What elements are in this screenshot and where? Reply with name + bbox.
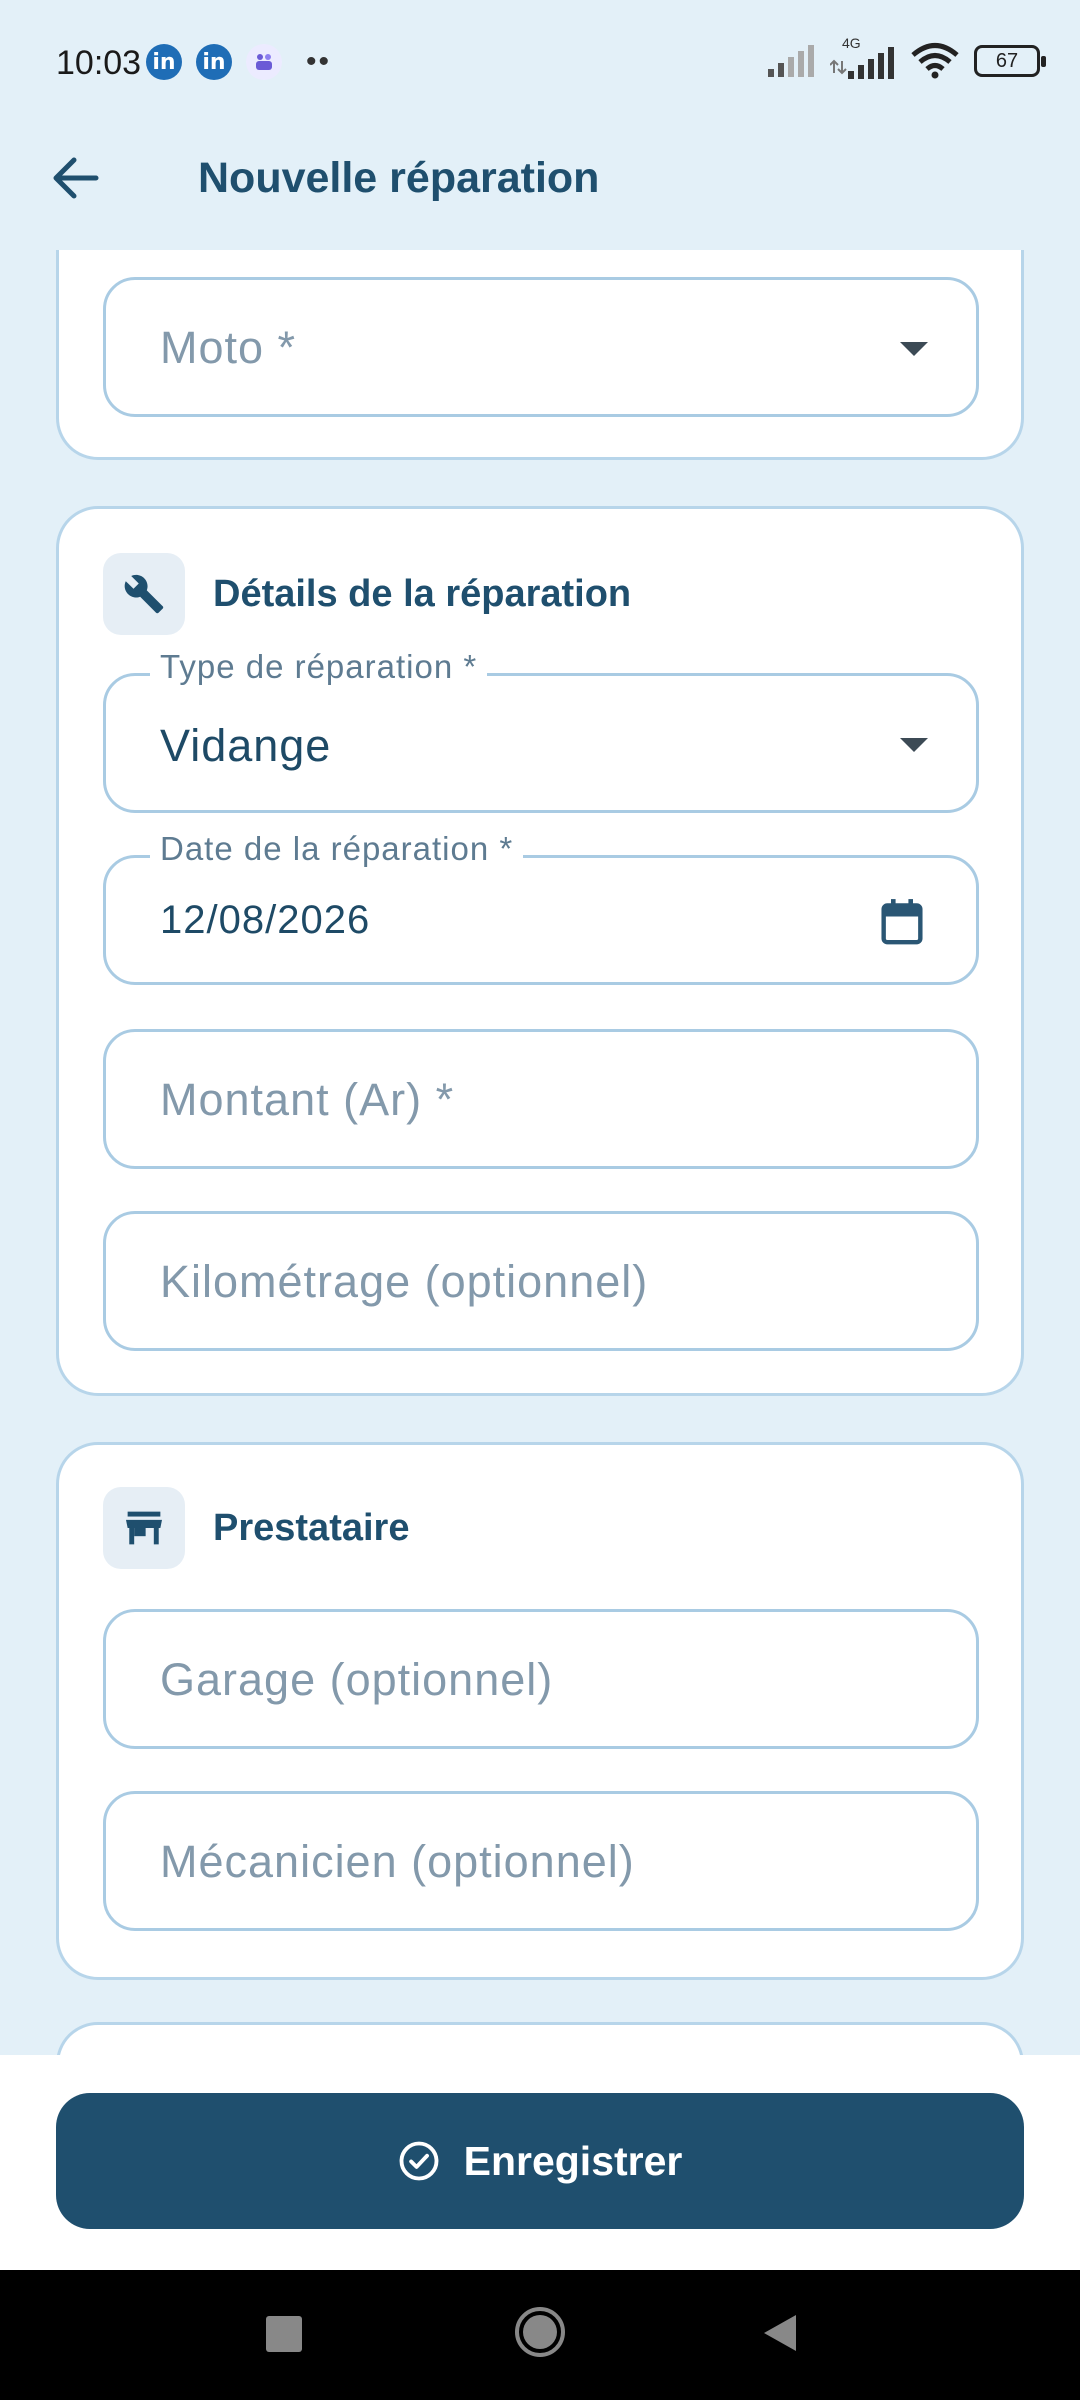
status-time: 10:03	[56, 44, 142, 82]
details-section-title: Détails de la réparation	[213, 572, 632, 615]
status-bar: 10:03 in in •• 4G 67	[0, 0, 1080, 126]
form-scroll-area[interactable]: Moto * Détails de la réparation Type de …	[0, 250, 1080, 2055]
triangle-icon	[764, 2315, 796, 2351]
system-navigation-bar	[0, 2270, 1080, 2400]
check-circle-icon	[399, 2141, 439, 2181]
page-title: Nouvelle réparation	[198, 154, 600, 202]
provider-section-header: Prestataire	[103, 1487, 409, 1569]
signal-icon	[768, 45, 814, 77]
dropdown-arrow-icon	[900, 342, 928, 356]
battery-icon: 67	[974, 45, 1046, 77]
provider-card: Prestataire Garage (optionnel) Mécanicie…	[56, 1442, 1024, 1980]
dropdown-arrow-icon	[900, 738, 928, 752]
app-bar: Nouvelle réparation	[0, 126, 1080, 250]
repair-type-value: Vidange	[160, 720, 332, 771]
system-icons: 4G 67	[766, 35, 1046, 80]
home-button[interactable]	[512, 2304, 568, 2365]
mechanic-placeholder: Mécanicien (optionnel)	[160, 1836, 635, 1887]
next-card	[56, 2022, 1024, 2055]
moto-placeholder: Moto *	[160, 322, 297, 373]
garage-placeholder: Garage (optionnel)	[160, 1654, 554, 1705]
linkedin-icon: in	[196, 44, 232, 80]
circle-icon	[515, 2307, 565, 2357]
mechanic-input[interactable]: Mécanicien (optionnel)	[103, 1791, 979, 1931]
recents-button[interactable]	[262, 2312, 308, 2363]
repair-date-field[interactable]: Date de la réparation * 12/08/2026	[103, 830, 979, 985]
notification-icons: in in ••	[146, 44, 331, 80]
moto-select[interactable]: Moto *	[103, 277, 979, 417]
save-button-label: Enregistrer	[463, 2137, 683, 2184]
repair-date-value: 12/08/2026	[160, 898, 371, 942]
linkedin-icon: in	[146, 44, 182, 80]
calendar-icon[interactable]	[880, 898, 924, 946]
mileage-placeholder: Kilométrage (optionnel)	[160, 1256, 649, 1307]
wrench-icon-container	[103, 553, 185, 635]
mileage-input[interactable]: Kilométrage (optionnel)	[103, 1211, 979, 1351]
amount-input[interactable]: Montant (Ar) *	[103, 1029, 979, 1169]
vehicle-card: Moto *	[56, 250, 1024, 460]
repair-type-label: Type de réparation *	[150, 648, 488, 686]
provider-section-title: Prestataire	[213, 1506, 410, 1549]
back-arrow-icon	[53, 157, 99, 199]
back-button[interactable]	[44, 146, 108, 210]
battery-level: 67	[995, 49, 1019, 72]
repair-date-label: Date de la réparation *	[150, 830, 524, 868]
signal-4g-icon: 4G	[830, 35, 896, 79]
back-nav-button[interactable]	[760, 2312, 800, 2359]
wrench-icon	[124, 574, 164, 614]
details-section-header: Détails de la réparation	[103, 553, 631, 635]
amount-placeholder: Montant (Ar) *	[160, 1074, 455, 1125]
save-button[interactable]: Enregistrer	[56, 2093, 1024, 2229]
square-icon	[266, 2316, 302, 2352]
teams-icon	[246, 44, 282, 80]
repair-details-card: Détails de la réparation Type de réparat…	[56, 506, 1024, 1396]
store-icon-container	[103, 1487, 185, 1569]
more-notifications-icon: ••	[306, 45, 332, 78]
bottom-action-bar: Enregistrer	[0, 2055, 1080, 2270]
store-icon	[126, 1511, 162, 1545]
garage-input[interactable]: Garage (optionnel)	[103, 1609, 979, 1749]
wifi-icon	[911, 43, 959, 79]
repair-type-select[interactable]: Type de réparation * Vidange	[103, 648, 979, 813]
